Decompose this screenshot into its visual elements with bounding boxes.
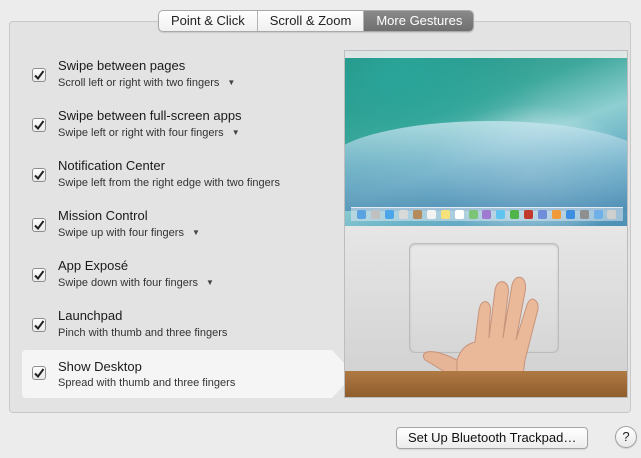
gesture-title: Notification Center <box>58 158 165 173</box>
gesture-show-desktop[interactable]: Show Desktop Spread with thumb and three… <box>22 350 354 398</box>
ibooks-icon <box>551 210 561 219</box>
desktop-preview <box>345 51 627 226</box>
gesture-description: Pinch with thumb and three fingers <box>58 327 228 339</box>
gesture-description-row: Spread with thumb and three fingers <box>58 377 235 389</box>
system-preferences-icon <box>579 210 589 219</box>
checkmark-icon <box>34 70 45 81</box>
gesture-launchpad[interactable]: Launchpad Pinch with thumb and three fin… <box>22 304 332 352</box>
trash-icon <box>607 210 617 219</box>
gesture-description: Swipe up with four fingers <box>58 227 184 239</box>
contacts-icon <box>413 210 422 219</box>
checkmark-icon <box>34 320 45 331</box>
gesture-option-dropdown[interactable]: Swipe left or right with four fingers ▼ <box>58 127 240 139</box>
mail-icon <box>399 210 409 219</box>
chevron-down-icon[interactable]: ▼ <box>227 79 235 87</box>
dock <box>351 207 623 221</box>
checkmark-icon <box>34 220 45 231</box>
chevron-down-icon[interactable]: ▼ <box>206 279 214 287</box>
safari-icon <box>385 210 395 219</box>
help-button[interactable]: ? <box>615 426 637 448</box>
gesture-app-expose[interactable]: App Exposé Swipe down with four fingers … <box>22 254 332 302</box>
checkmark-icon <box>34 270 45 281</box>
maps-icon <box>468 210 478 219</box>
gesture-option-dropdown[interactable]: Scroll left or right with two fingers ▼ <box>58 77 235 89</box>
gesture-description: Swipe left or right with four fingers <box>58 127 224 139</box>
reminders-icon <box>454 210 464 219</box>
app-store-icon <box>565 210 575 219</box>
set-up-bluetooth-trackpad-button[interactable]: Set Up Bluetooth Trackpad… <box>396 427 589 449</box>
wallpaper-wave <box>345 121 627 211</box>
tab-point-click[interactable]: Point & Click <box>159 11 258 31</box>
calendar-icon <box>426 210 436 219</box>
itunes-icon <box>538 210 548 219</box>
gesture-notification-center[interactable]: Notification Center Swipe left from the … <box>22 154 332 202</box>
checkmark-icon <box>34 170 45 181</box>
menu-bar <box>345 51 627 58</box>
swipe-between-pages-checkbox[interactable] <box>32 68 46 82</box>
gesture-title: App Exposé <box>58 258 129 273</box>
gesture-option-dropdown[interactable]: Swipe up with four fingers ▼ <box>58 227 200 239</box>
checkmark-icon <box>34 120 45 131</box>
gesture-title: Launchpad <box>58 308 123 323</box>
show-desktop-checkbox[interactable] <box>32 366 46 380</box>
gesture-preview-video <box>344 50 628 398</box>
gesture-description-row: Pinch with thumb and three fingers <box>58 327 227 339</box>
swipe-between-fullscreen-apps-checkbox[interactable] <box>32 118 46 132</box>
gestures-panel: Swipe between pages Scroll left or right… <box>9 21 631 413</box>
checkmark-icon <box>34 368 45 379</box>
gesture-title: Mission Control <box>58 208 148 223</box>
wood-desk <box>345 371 627 397</box>
gesture-description: Swipe left from the right edge with two … <box>58 177 280 189</box>
gesture-description: Swipe down with four fingers <box>58 277 199 289</box>
gesture-swipe-between-fullscreen-apps[interactable]: Swipe between full-screen apps Swipe lef… <box>22 104 332 152</box>
gesture-swipe-between-pages[interactable]: Swipe between pages Scroll left or right… <box>22 54 332 102</box>
gesture-description: Scroll left or right with two fingers <box>58 77 220 89</box>
gesture-description-row: Swipe left from the right edge with two … <box>58 177 280 189</box>
gesture-title: Swipe between pages <box>58 58 186 73</box>
photo-booth-icon <box>524 210 534 219</box>
downloads-icon <box>593 210 603 219</box>
facetime-icon <box>510 210 520 219</box>
trackpad-preview <box>345 226 627 397</box>
gesture-title: Show Desktop <box>58 359 142 374</box>
messages-icon <box>496 210 506 219</box>
chevron-down-icon[interactable]: ▼ <box>232 129 240 137</box>
mission-control-checkbox[interactable] <box>32 218 46 232</box>
finder-icon <box>357 210 367 219</box>
gesture-title: Swipe between full-screen apps <box>58 108 242 123</box>
photos-icon <box>482 210 492 219</box>
tab-more-gestures[interactable]: More Gestures <box>364 11 474 31</box>
gesture-mission-control[interactable]: Mission Control Swipe up with four finge… <box>22 204 332 252</box>
notification-center-checkbox[interactable] <box>32 168 46 182</box>
tab-bar: Point & Click Scroll & Zoom More Gesture… <box>158 10 475 32</box>
launchpad-checkbox[interactable] <box>32 318 46 332</box>
tab-scroll-zoom[interactable]: Scroll & Zoom <box>258 11 365 31</box>
gesture-option-dropdown[interactable]: Swipe down with four fingers ▼ <box>58 277 214 289</box>
launchpad-icon <box>371 210 381 219</box>
app-expose-checkbox[interactable] <box>32 268 46 282</box>
chevron-down-icon[interactable]: ▼ <box>192 229 200 237</box>
gesture-description: Spread with thumb and three fingers <box>58 377 236 389</box>
notes-icon <box>440 210 450 219</box>
